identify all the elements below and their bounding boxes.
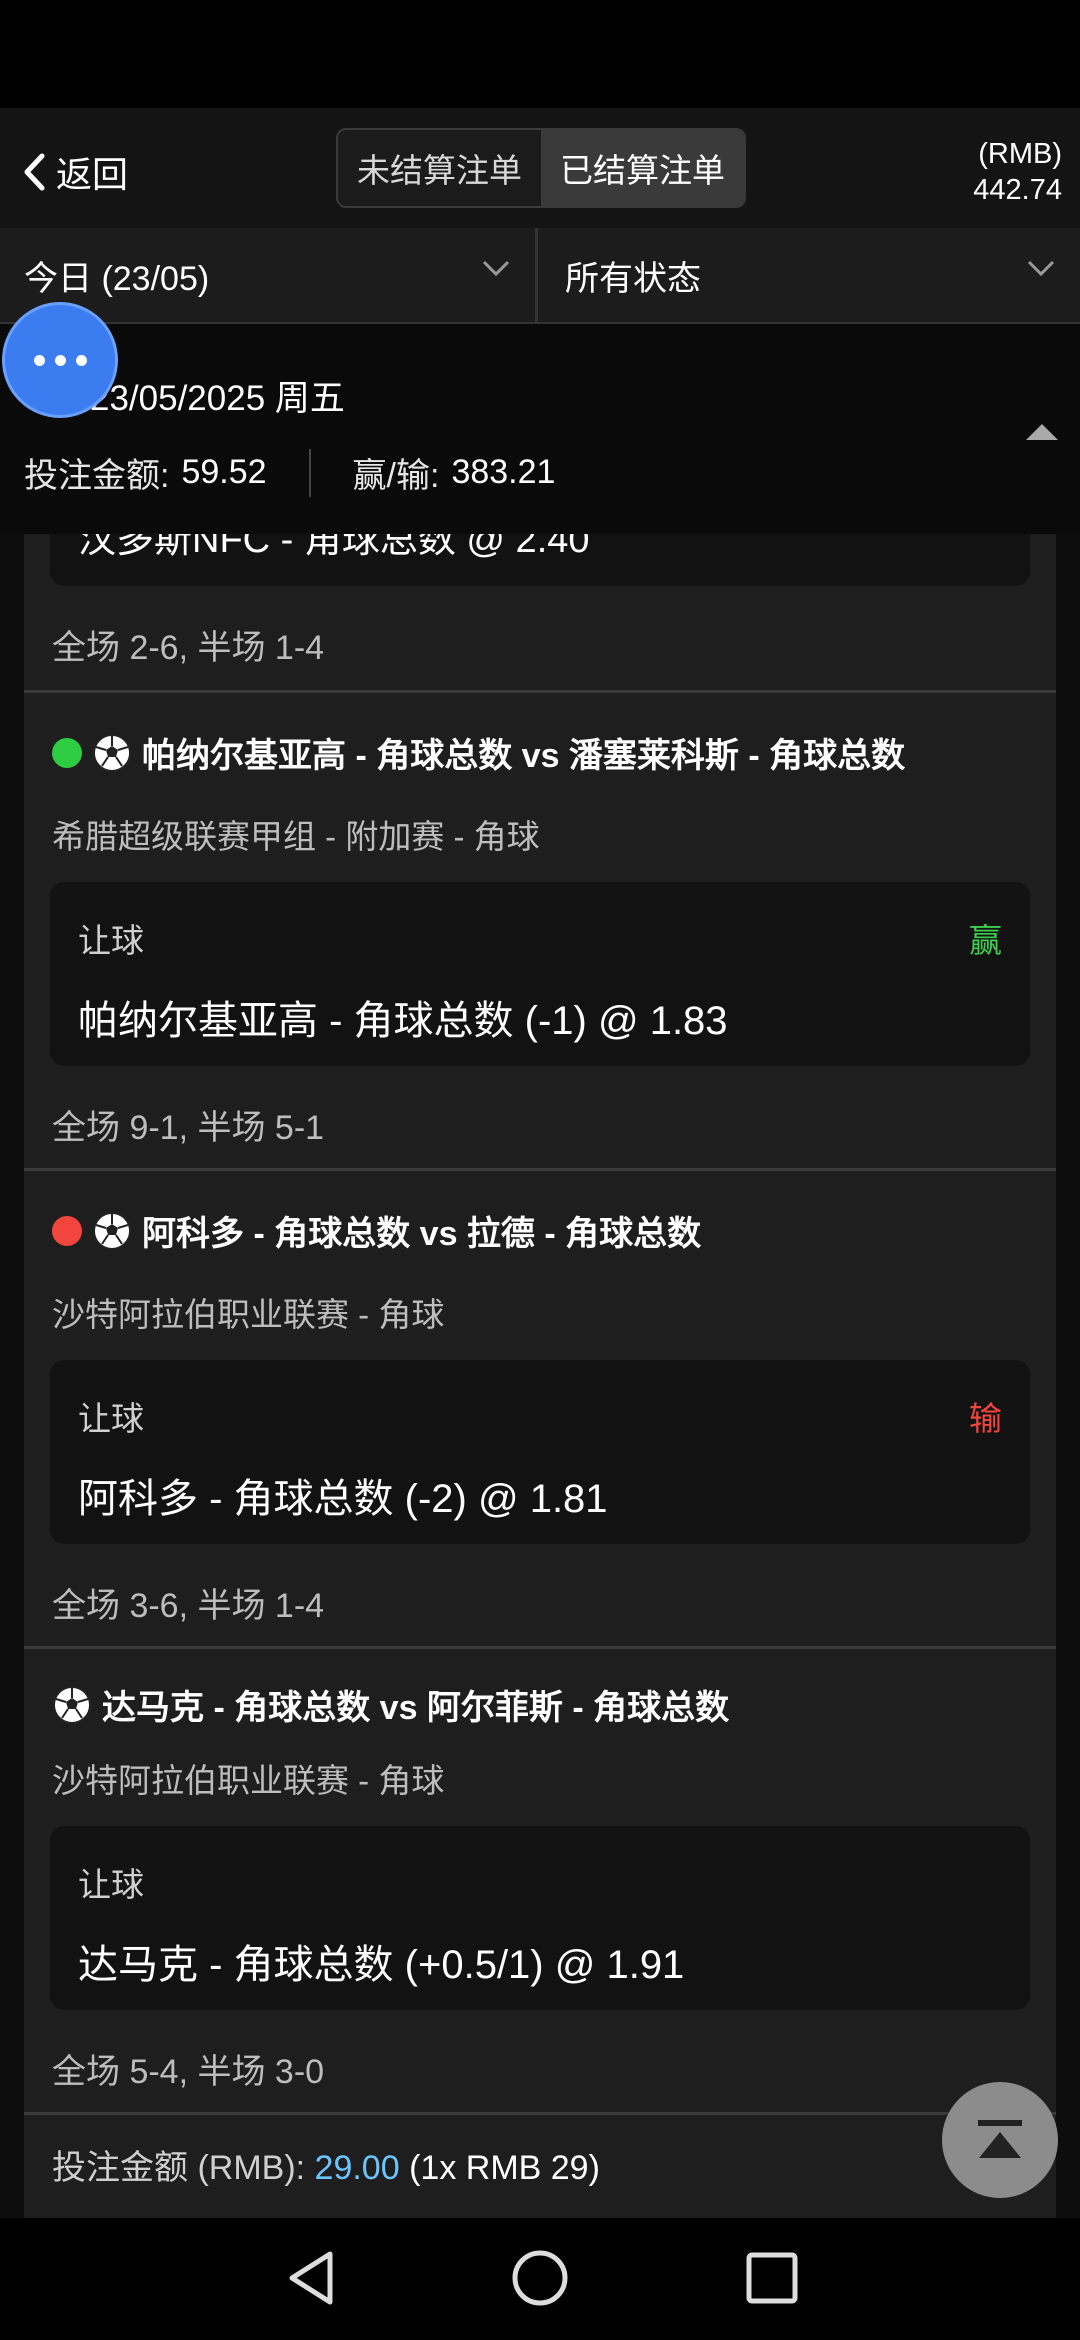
balance-value: 442.74 — [973, 174, 1062, 206]
selection-pick: 汉多斯NFC - 角球总数 @ 2.40 — [78, 534, 590, 561]
scroll-top-icon — [978, 2120, 1022, 2158]
summary-date: 23/05/2025 周五 — [90, 379, 345, 418]
bet-selection-card: 让球 输 阿科多 - 角球总数 (-2) @ 1.81 — [50, 1360, 1030, 1544]
status-bar — [0, 0, 1080, 108]
bet-selection-card: 让球 达马克 - 角球总数 (+0.5/1) @ 1.91 — [50, 1826, 1030, 2010]
balance: (RMB) 442.74 — [973, 136, 1062, 208]
tab-settled[interactable]: 已结算注单 — [541, 130, 744, 206]
league-name: 希腊超级联赛甲组 - 附加赛 - 角球 — [52, 818, 540, 855]
tab-group: 未结算注单 已结算注单 — [336, 128, 746, 208]
chevron-down-icon — [482, 260, 510, 277]
winloss-label: 赢/输: — [352, 457, 440, 495]
summary-stats: 投注金额: 59.52 赢/输: 383.21 — [24, 448, 555, 497]
date-filter-value: 今日 (23/05) — [24, 259, 210, 298]
footer-stake-label: 投注金额 (RMB): — [52, 2149, 306, 2187]
back-button[interactable]: 返回 — [22, 142, 128, 202]
bet-title-text: 阿科多 - 角球总数 vs 拉德 - 角球总数 — [142, 1215, 702, 1253]
soccer-ball-icon — [53, 1685, 91, 1724]
soccer-ball-icon — [93, 1211, 131, 1250]
day-summary[interactable]: 23/05/2025 周五 投注金额: 59.52 赢/输: 383.21 — [0, 324, 1080, 534]
divider — [24, 2112, 1056, 2115]
league-name: 沙特阿拉伯职业联赛 - 角球 — [52, 1296, 445, 1333]
divider — [24, 690, 1056, 693]
selection-market: 让球 — [78, 1400, 144, 1437]
match-score: 全场 9-1, 半场 5-1 — [52, 1109, 325, 1147]
stat-divider — [308, 448, 311, 497]
bet-title-text: 达马克 - 角球总数 vs 阿尔菲斯 - 角球总数 — [102, 1689, 730, 1727]
bet-list: 汉多斯NFC - 角球总数 @ 2.40 全场 2-6, 半场 1-4 帕纳尔基… — [24, 534, 1056, 2218]
league-name: 沙特阿拉伯职业联赛 - 角球 — [52, 1762, 445, 1799]
match-score: 全场 3-6, 半场 1-4 — [52, 1587, 325, 1625]
scroll-top-button[interactable] — [942, 2082, 1058, 2198]
nav-recents-icon[interactable] — [744, 2248, 800, 2308]
stake-value: 59.52 — [181, 453, 267, 491]
selection-pick: 达马克 - 角球总数 (+0.5/1) @ 1.91 — [78, 1943, 685, 1987]
soccer-ball-icon — [93, 733, 131, 772]
collapse-caret-icon[interactable] — [1024, 420, 1060, 444]
header: 返回 未结算注单 已结算注单 (RMB) 442.74 — [0, 108, 1080, 228]
footer-stake: 投注金额 (RMB): 29.00 (1x RMB 29) — [52, 2140, 600, 2189]
bet-title-text: 帕纳尔基亚高 - 角球总数 vs 潘塞莱科斯 - 角球总数 — [142, 737, 906, 775]
result-win-badge: 赢 — [969, 922, 1002, 959]
divider — [24, 1646, 1056, 1649]
result-loss-badge: 输 — [969, 1400, 1002, 1437]
status-filter-value: 所有状态 — [565, 259, 701, 298]
divider — [24, 1168, 1056, 1171]
status-dot-green — [52, 737, 82, 768]
back-label: 返回 — [56, 154, 129, 195]
nav-back-icon[interactable] — [284, 2248, 338, 2308]
bet-title: 达马克 - 角球总数 vs 阿尔菲斯 - 角球总数 — [52, 1680, 729, 1729]
bet-selection-card: 汉多斯NFC - 角球总数 @ 2.40 — [50, 534, 1030, 586]
selection-pick: 帕纳尔基亚高 - 角球总数 (-1) @ 1.83 — [78, 999, 728, 1043]
selection-pick: 阿科多 - 角球总数 (-2) @ 1.81 — [78, 1477, 608, 1521]
status-filter-dropdown[interactable]: 所有状态 — [541, 228, 1080, 322]
status-dot-red — [52, 1215, 82, 1246]
bet-selection-card: 让球 赢 帕纳尔基亚高 - 角球总数 (-1) @ 1.83 — [50, 882, 1030, 1066]
nav-home-icon[interactable] — [510, 2248, 570, 2308]
bet-title: 阿科多 - 角球总数 vs 拉德 - 角球总数 — [52, 1206, 701, 1255]
bet-title: 帕纳尔基亚高 - 角球总数 vs 潘塞莱科斯 - 角球总数 — [52, 728, 905, 777]
footer-stake-detail: (1x RMB 29) — [409, 2149, 600, 2187]
chevron-left-icon — [24, 153, 45, 191]
more-dots-icon[interactable] — [2, 302, 118, 418]
stake-label: 投注金额: — [24, 457, 170, 495]
tab-unsettled[interactable]: 未结算注单 — [338, 130, 541, 206]
match-score: 全场 5-4, 半场 3-0 — [52, 2053, 325, 2091]
footer-stake-value: 29.00 — [314, 2149, 400, 2187]
chevron-down-icon — [1027, 260, 1055, 277]
selection-market: 让球 — [78, 922, 144, 959]
system-nav-bar — [0, 2218, 1080, 2340]
selection-market: 让球 — [78, 1866, 144, 1903]
winloss-value: 383.21 — [451, 453, 556, 491]
filter-row: 今日 (23/05) 所有状态 — [0, 228, 1080, 324]
balance-currency: (RMB) — [978, 138, 1062, 170]
match-score: 全场 2-6, 半场 1-4 — [52, 629, 325, 667]
